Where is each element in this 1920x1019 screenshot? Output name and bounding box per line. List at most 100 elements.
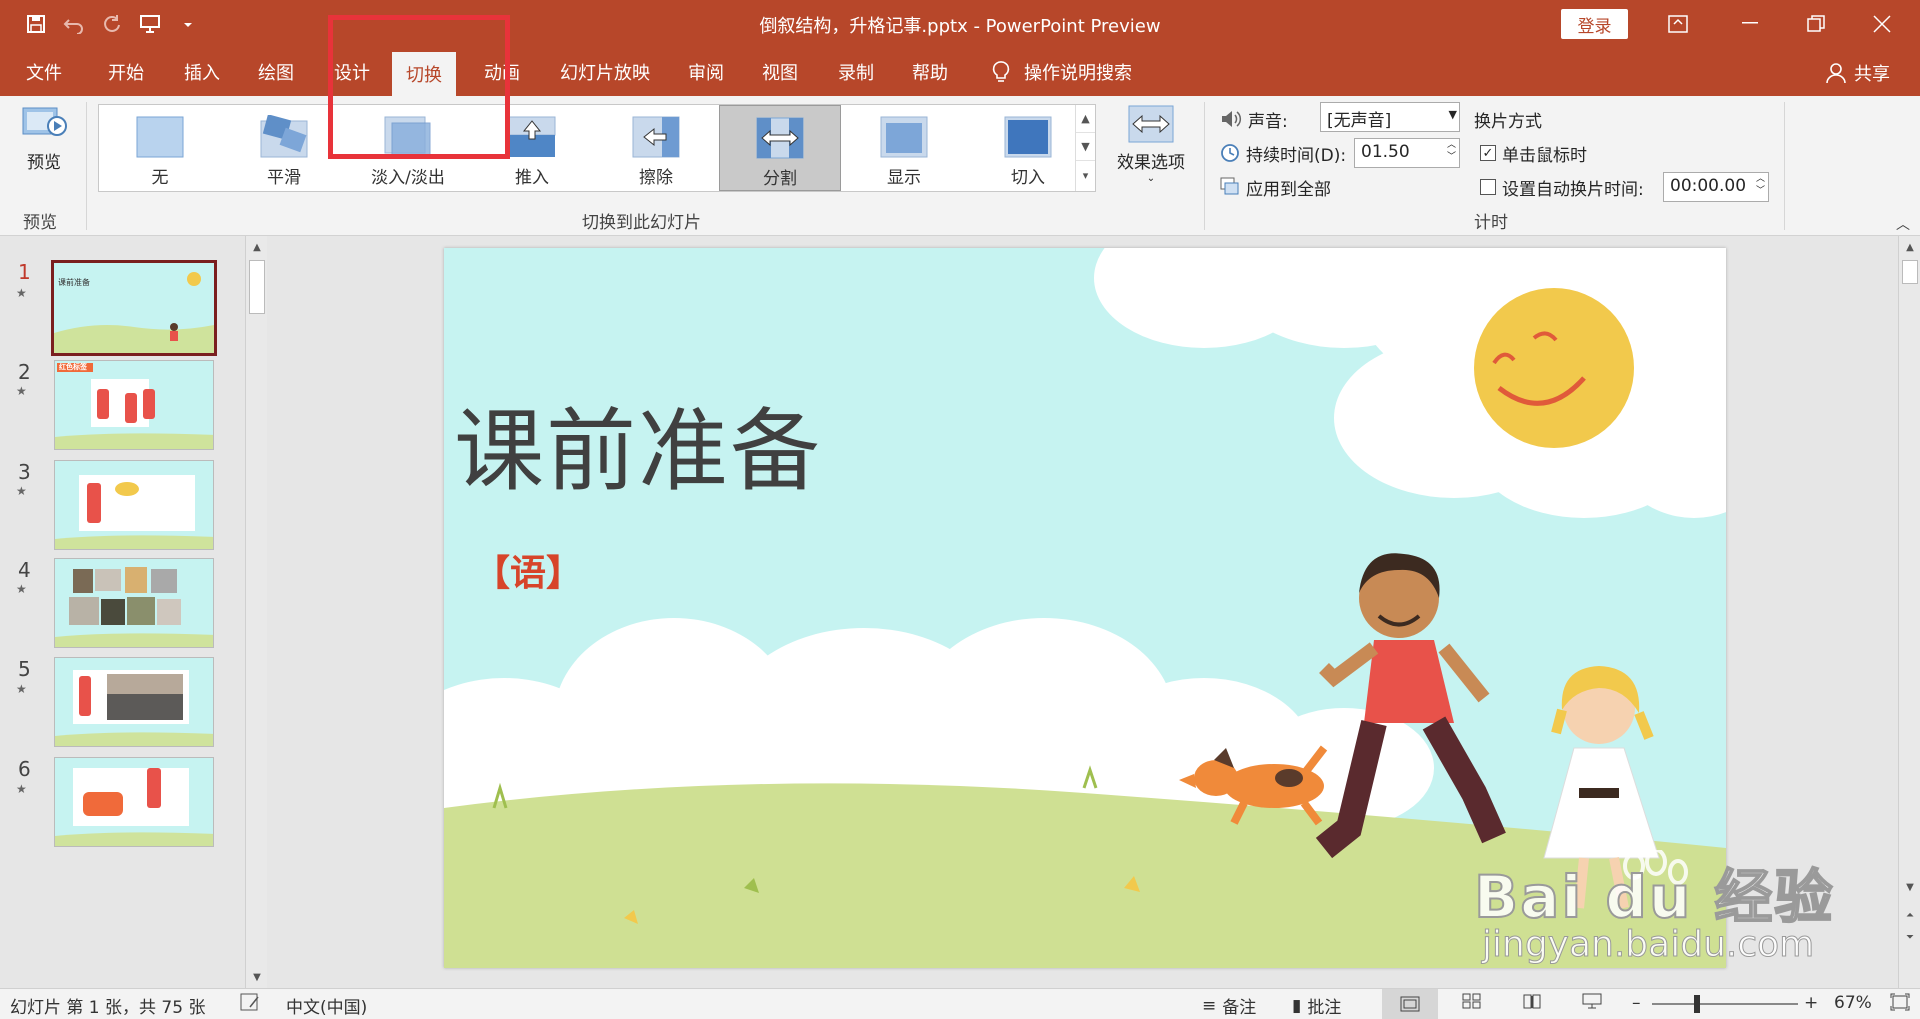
collapse-ribbon-icon[interactable]: ︿	[1896, 214, 1910, 234]
normal-view-button[interactable]	[1382, 989, 1438, 1019]
slide-thumbnail-1[interactable]: 课前准备	[51, 260, 217, 356]
restore-icon[interactable]	[1786, 0, 1846, 48]
slide-thumbnail-5[interactable]	[54, 657, 214, 747]
notes-icon: ≡	[1202, 995, 1217, 1016]
on-mouse-click-label: 单击鼠标时	[1502, 145, 1587, 166]
ribbon-transitions: 预览 预览 无 平滑 淡入/淡出 推入 擦除 分割 显示 切入 ▲ ▼ ▾ 效果…	[0, 96, 1920, 236]
transition-cut[interactable]: 切入	[967, 105, 1089, 191]
animation-star-icon: ★	[16, 582, 27, 596]
gallery-more-icon[interactable]: ▾	[1076, 161, 1095, 189]
comments-button[interactable]: ▮ 批注	[1292, 993, 1342, 1019]
auto-advance-time-stepper[interactable]: 00:00.00 ︿ ﹀	[1663, 172, 1769, 202]
sound-value: [无声音]	[1327, 111, 1392, 131]
duration-stepper[interactable]: 01.50 ︿ ﹀	[1354, 138, 1460, 168]
notes-page-icon[interactable]	[240, 993, 260, 1011]
animation-star-icon: ★	[16, 682, 27, 696]
tab-view[interactable]: 视图	[748, 48, 812, 96]
comment-icon: ▮	[1292, 995, 1302, 1016]
sound-dropdown[interactable]: [无声音] ▼	[1320, 102, 1460, 132]
zoom-in-button[interactable]: +	[1804, 993, 1818, 1013]
comments-label: 批注	[1307, 998, 1342, 1018]
auto-advance-label: 设置自动换片时间:	[1502, 179, 1644, 200]
gallery-down-icon[interactable]: ▼	[1076, 133, 1095, 161]
duration-label: 持续时间(D):	[1246, 145, 1347, 166]
preview-button[interactable]: 预览	[18, 104, 70, 184]
reading-view-button[interactable]	[1522, 993, 1542, 1009]
slide-sorter-button[interactable]	[1462, 993, 1482, 1009]
tab-record[interactable]: 录制	[824, 48, 888, 96]
scroll-thumb[interactable]	[1902, 260, 1918, 284]
slide-number: 5	[18, 657, 31, 681]
ribbon-tab-bar: 文件 开始 插入 绘图 设计 切换 动画 幻灯片放映 审阅 视图 录制 帮助 操…	[0, 48, 1920, 96]
close-icon[interactable]	[1852, 0, 1912, 48]
effect-options-label: 效果选项	[1117, 153, 1185, 173]
fit-to-window-icon[interactable]	[1890, 993, 1910, 1011]
slide-number: 6	[18, 757, 31, 781]
zoom-level[interactable]: 67%	[1834, 993, 1872, 1013]
zoom-slider-thumb[interactable]	[1694, 995, 1700, 1013]
highlight-box	[328, 15, 510, 159]
checkbox-checked-icon: ✓	[1480, 145, 1496, 161]
scroll-down-icon[interactable]: ▼	[246, 966, 268, 988]
tab-review[interactable]: 审阅	[674, 48, 738, 96]
lightbulb-icon	[992, 61, 1010, 82]
transition-reveal[interactable]: 显示	[843, 105, 965, 191]
tab-insert[interactable]: 插入	[170, 48, 234, 96]
slide-subtitle[interactable]: 【语】	[474, 544, 582, 596]
apply-to-all-button[interactable]: 应用到全部	[1220, 172, 1331, 202]
notes-button[interactable]: ≡ 备注	[1202, 993, 1256, 1019]
scroll-thumb[interactable]	[249, 260, 265, 314]
slide-thumbnail-2[interactable]: 红色标签	[54, 360, 214, 450]
tell-me-search[interactable]: 操作说明搜索	[978, 48, 1146, 96]
transition-reveal-label: 显示	[887, 168, 921, 188]
share-label: 共享	[1854, 64, 1890, 85]
transition-morph[interactable]: 平滑	[223, 105, 345, 191]
slideshow-button[interactable]	[1582, 993, 1602, 1009]
group-separator	[1204, 102, 1205, 230]
minimize-icon[interactable]	[1720, 0, 1780, 48]
stepper-arrows-icon[interactable]: ︿ ﹀	[1447, 139, 1456, 163]
effect-options-button[interactable]: 效果选项 ⌄	[1110, 104, 1192, 200]
transition-split-icon	[756, 116, 804, 160]
stepper-arrows-icon[interactable]: ︿ ﹀	[1756, 173, 1765, 197]
on-mouse-click-checkbox[interactable]: ✓ 单击鼠标时	[1480, 138, 1587, 168]
tab-slideshow[interactable]: 幻灯片放映	[546, 48, 664, 96]
slide-title[interactable]: 课前准备	[454, 378, 822, 508]
animation-star-icon: ★	[16, 384, 27, 398]
scroll-up-icon[interactable]: ▲	[1899, 236, 1920, 258]
zoom-out-button[interactable]: –	[1632, 993, 1641, 1013]
transition-wipe[interactable]: 擦除	[595, 105, 717, 191]
zoom-slider[interactable]	[1652, 1003, 1798, 1005]
transition-split[interactable]: 分割	[719, 105, 841, 191]
tab-home[interactable]: 开始	[94, 48, 158, 96]
slide-thumbnail-3[interactable]	[54, 460, 214, 550]
animation-star-icon: ★	[16, 484, 27, 498]
preview-icon	[22, 107, 67, 136]
transitions-group-label: 切换到此幻灯片	[582, 213, 701, 233]
tab-file[interactable]: 文件	[12, 48, 76, 96]
thumbnail-scrollbar[interactable]: ▲ ▼	[245, 236, 267, 988]
login-button[interactable]: 登录	[1561, 9, 1628, 39]
transition-push-icon	[508, 115, 556, 159]
slide-number: 2	[18, 360, 31, 384]
sound-label: 声音:	[1248, 111, 1288, 132]
language-status[interactable]: 中文(中国)	[286, 993, 367, 1018]
normal-view-icon	[1400, 996, 1420, 1012]
tab-draw[interactable]: 绘图	[244, 48, 308, 96]
gallery-up-icon[interactable]: ▲	[1076, 105, 1095, 133]
share-button[interactable]: 共享	[1826, 60, 1890, 86]
slide-thumbnail-6[interactable]	[54, 757, 214, 847]
transition-none[interactable]: 无	[99, 105, 221, 191]
slide-thumbnail-4[interactable]	[54, 558, 214, 648]
gallery-scroll: ▲ ▼ ▾	[1075, 105, 1095, 191]
group-separator	[1784, 102, 1785, 230]
duration-label-row: 持续时间(D):	[1220, 138, 1346, 168]
tab-help[interactable]: 帮助	[898, 48, 962, 96]
slide-number: 1	[18, 260, 31, 284]
auto-advance-checkbox[interactable]: 设置自动换片时间:	[1480, 172, 1644, 202]
scroll-up-icon[interactable]: ▲	[246, 236, 268, 258]
ribbon-display-icon[interactable]	[1648, 0, 1708, 48]
transition-cut-icon	[1004, 115, 1052, 159]
preview-group-label: 预览	[23, 213, 57, 233]
transition-none-label: 无	[151, 168, 169, 188]
